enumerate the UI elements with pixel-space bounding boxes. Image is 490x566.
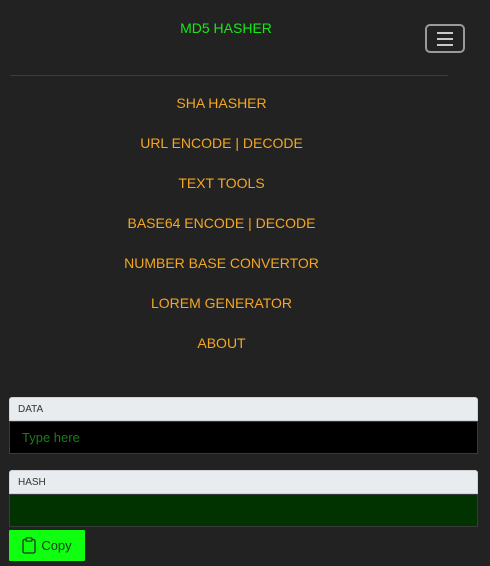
clipboard-icon [22,537,36,554]
hash-label: HASH [9,470,478,494]
nav-link-base64[interactable]: BASE64 ENCODE | DECODE [127,213,315,233]
data-label: DATA [9,397,478,421]
nav-item-sha-hasher: SHA HASHER [0,93,443,133]
nav-link-url-encode[interactable]: URL ENCODE | DECODE [140,133,303,153]
hash-output[interactable] [9,494,478,527]
hamburger-menu-icon-bar [437,37,453,40]
nav-item-url-encode: URL ENCODE | DECODE [0,133,443,173]
nav-link-sha-hasher[interactable]: SHA HASHER [176,93,266,113]
data-input[interactable] [9,421,478,454]
nav-item-about: ABOUT [0,333,443,373]
nav-menu: SHA HASHER URL ENCODE | DECODE TEXT TOOL… [0,93,443,373]
nav-link-lorem[interactable]: LOREM GENERATOR [151,293,292,313]
copy-button-label: Copy [41,538,72,553]
navbar-toggle-button[interactable] [425,24,465,53]
navbar-divider [10,75,448,76]
nav-item-base64: BASE64 ENCODE | DECODE [0,213,443,253]
brand-title[interactable]: MD5 HASHER [0,20,452,36]
nav-item-text-tools: TEXT TOOLS [0,173,443,213]
nav-link-about[interactable]: ABOUT [197,333,245,353]
nav-item-lorem: LOREM GENERATOR [0,293,443,333]
hamburger-menu-icon-bar [437,43,453,46]
nav-link-text-tools[interactable]: TEXT TOOLS [178,173,264,193]
nav-item-number-base: NUMBER BASE CONVERTOR [0,253,443,293]
copy-button[interactable]: Copy [9,530,85,561]
hamburger-menu-icon [437,31,453,34]
nav-link-number-base[interactable]: NUMBER BASE CONVERTOR [124,253,319,273]
